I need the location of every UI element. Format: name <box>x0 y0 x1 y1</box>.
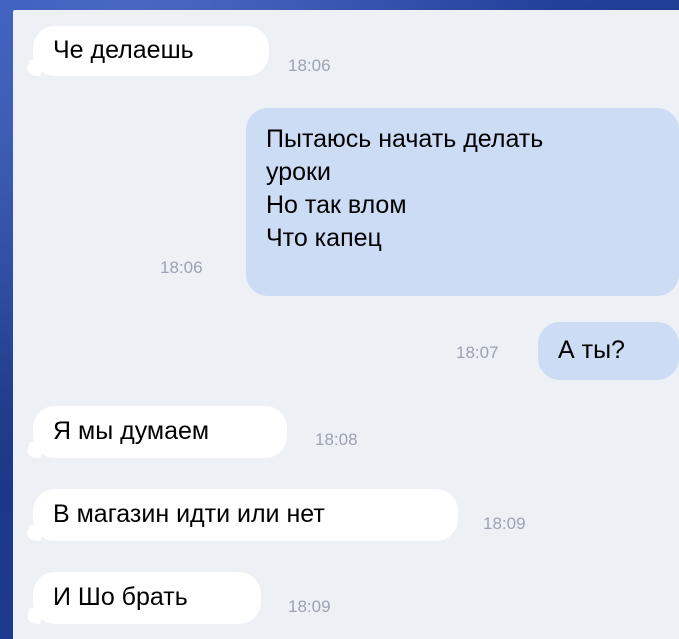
message-line: уроки <box>266 158 331 186</box>
message-time: 18:09 <box>288 597 331 616</box>
message-text: В магазин идти или нет <box>53 500 325 528</box>
message-bubble-incoming[interactable]: И Шо брать <box>33 572 261 624</box>
message-bubble-incoming[interactable]: В магазин идти или нет <box>33 489 458 541</box>
message-text: Я мы думаем <box>53 417 210 445</box>
message-bubble-incoming[interactable]: Я мы думаем <box>33 406 287 458</box>
message-text: Че делаешь <box>53 36 194 64</box>
message-text: И Шо брать <box>53 583 188 611</box>
message-text: А ты? <box>558 336 625 364</box>
bubble-tail <box>24 60 46 76</box>
message-time: 18:06 <box>288 56 331 75</box>
message-time: 18:09 <box>483 514 526 533</box>
message-line: Что капец <box>266 224 382 252</box>
bubble-tail <box>24 442 46 458</box>
bubble-tail <box>24 525 46 541</box>
chat-history[interactable]: Че делаешь 18:06 Пытаюсь начать делать у… <box>13 10 679 639</box>
message-time: 18:06 <box>160 258 203 277</box>
message-time: 18:07 <box>456 343 499 362</box>
message-bubble-outgoing[interactable]: Пытаюсь начать делать уроки Но так влом … <box>246 108 679 296</box>
bubble-tail <box>24 608 46 624</box>
message-time: 18:08 <box>315 430 358 449</box>
message-bubble-outgoing[interactable]: А ты? <box>538 322 679 380</box>
message-bubble-incoming[interactable]: Че делаешь <box>33 26 269 76</box>
message-line: Пытаюсь начать делать <box>266 125 544 153</box>
message-line: Но так влом <box>266 191 407 219</box>
